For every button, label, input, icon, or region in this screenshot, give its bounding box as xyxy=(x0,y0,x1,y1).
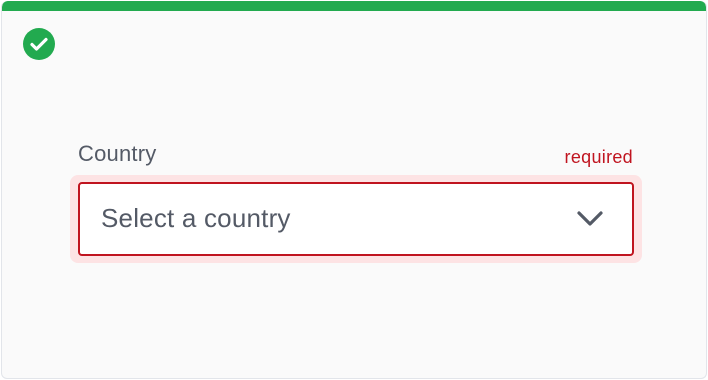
check-circle-icon xyxy=(23,28,55,60)
country-select[interactable]: Select a country xyxy=(78,182,634,256)
country-field: Country required Select a country xyxy=(70,141,642,263)
chevron-down-icon xyxy=(577,211,603,226)
country-label: Country xyxy=(78,141,157,166)
status-bar xyxy=(2,1,706,11)
required-indicator: required xyxy=(564,147,633,167)
country-select-value: Select a country xyxy=(101,203,291,233)
form-card: Country required Select a country xyxy=(1,1,707,379)
